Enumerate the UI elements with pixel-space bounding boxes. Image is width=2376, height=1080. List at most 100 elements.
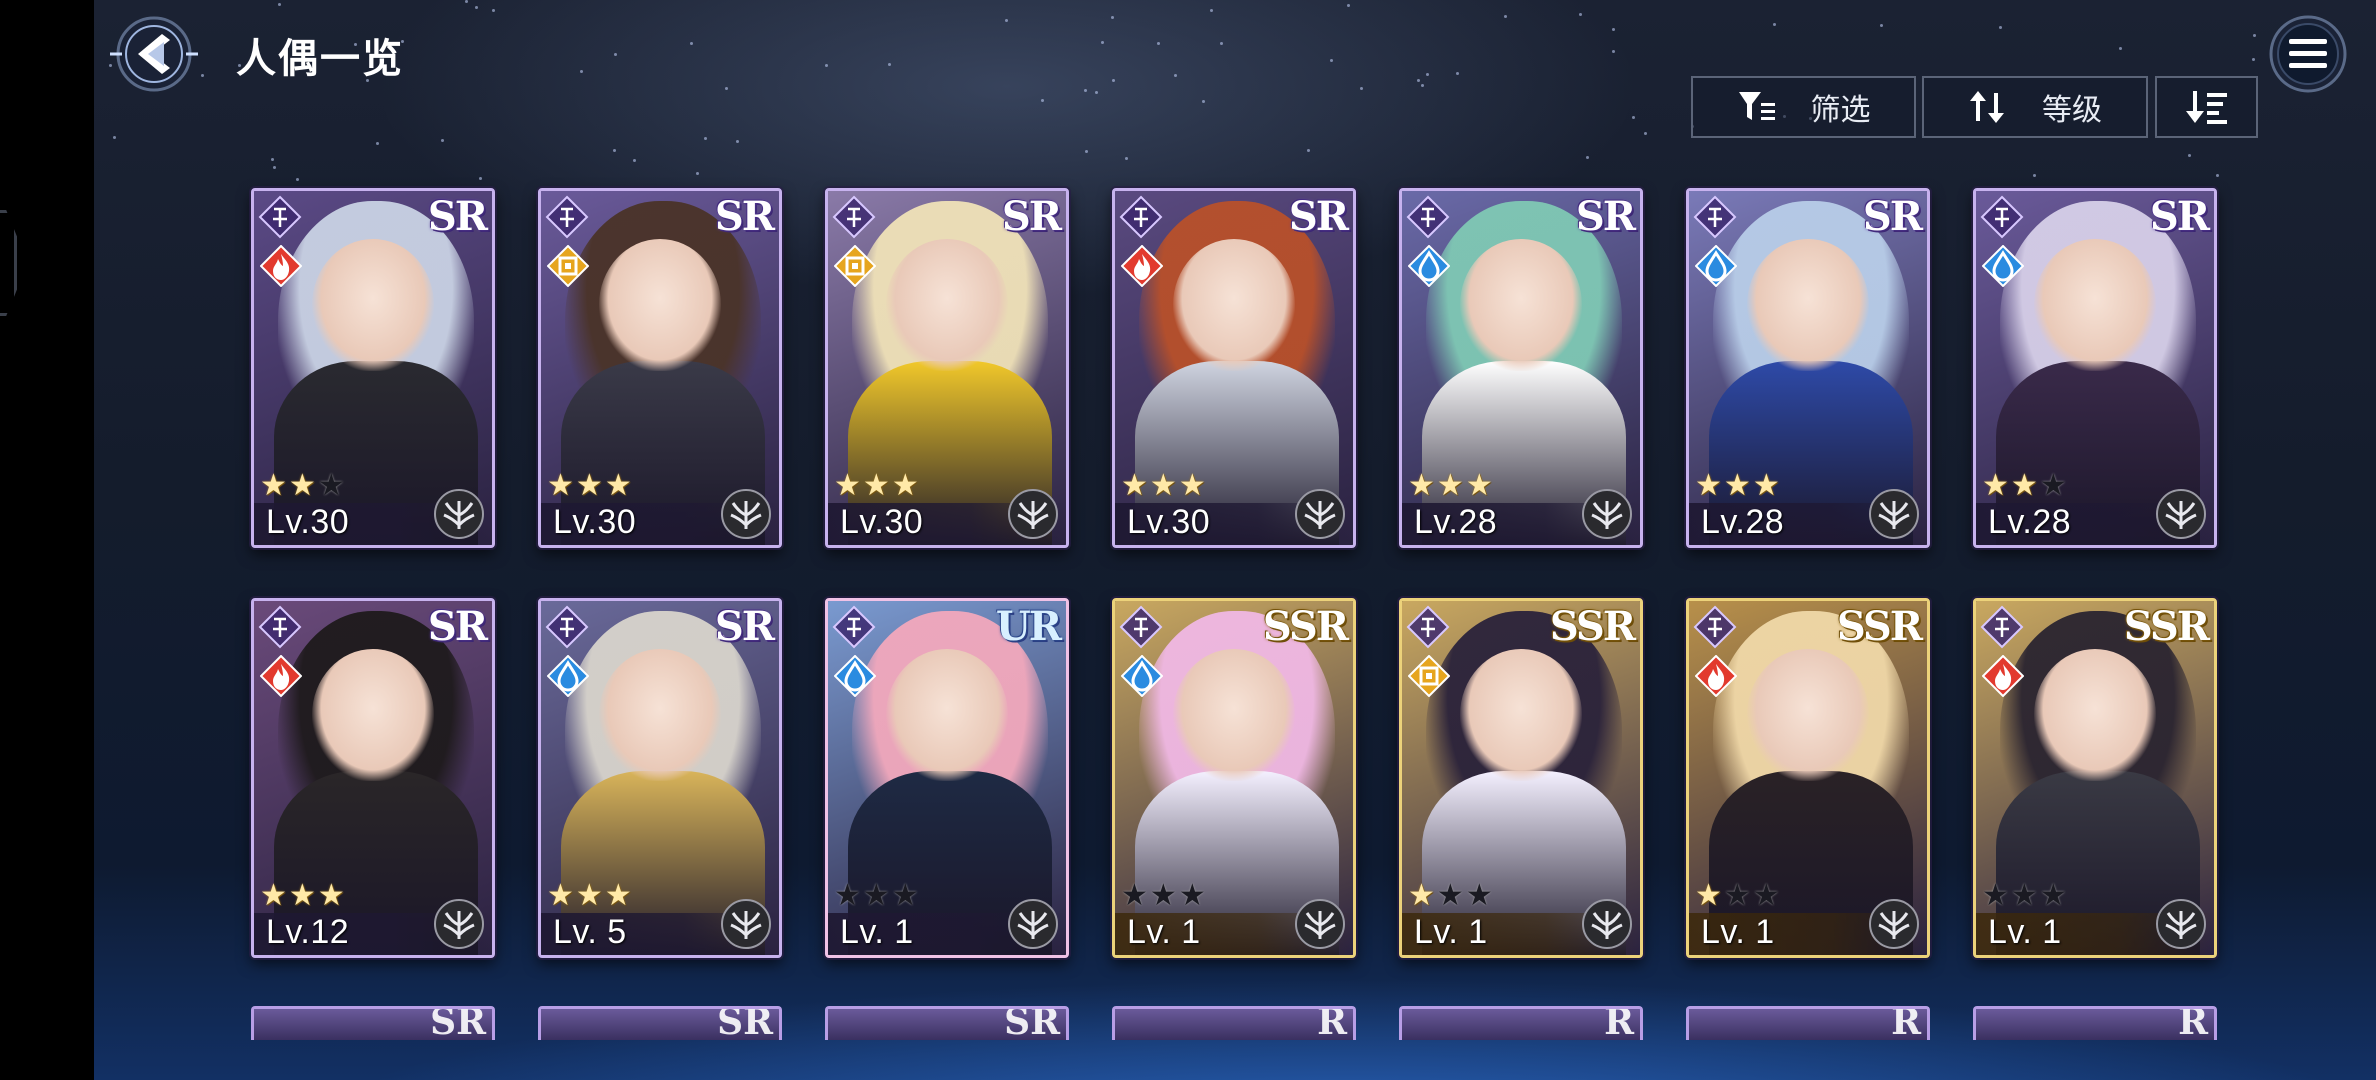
character-face	[312, 239, 434, 371]
star-empty-icon: ★	[2039, 879, 2067, 912]
background-star	[296, 178, 299, 181]
star-empty-icon: ★	[2010, 879, 2038, 912]
rarity-badge: UR	[995, 603, 1062, 650]
background-star	[696, 172, 699, 175]
level-label: Lv. 1	[1701, 913, 1775, 951]
doll-card[interactable]: SSR ★ ★ ★ Lv. 1	[1973, 598, 2217, 958]
doll-card[interactable]: SR ★ ★ ★ Lv.28	[1399, 188, 1643, 548]
rarity-badge: SSR	[1262, 603, 1349, 650]
screen-bezel	[0, 0, 94, 1080]
star-filled-icon: ★	[1695, 469, 1722, 502]
rarity-badge: SR	[714, 193, 775, 240]
background-star	[888, 63, 891, 66]
level-label: Lv.12	[266, 913, 350, 951]
menu-button[interactable]	[2264, 14, 2352, 94]
rarity-badge: R	[1604, 1006, 1634, 1040]
doll-card[interactable]: SSR ★ ★ ★ Lv. 1	[1112, 598, 1356, 958]
doll-card[interactable]: SR ★ ★ ★ Lv.30	[1112, 188, 1356, 548]
filter-button[interactable]: 筛选	[1691, 76, 1916, 138]
background-star	[580, 70, 583, 73]
doll-card-partial[interactable]: R	[1112, 1006, 1356, 1040]
doll-card-partial[interactable]: R	[1399, 1006, 1643, 1040]
star-empty-icon: ★	[834, 879, 861, 912]
star-filled-icon: ★	[1408, 879, 1435, 912]
background-star	[1426, 73, 1429, 76]
star-empty-icon: ★	[862, 879, 890, 912]
background-star	[1101, 41, 1104, 44]
star-rating: ★ ★ ★	[1408, 471, 1493, 501]
sort-descending-icon	[2185, 91, 2227, 124]
background-star	[1456, 72, 1459, 75]
doll-card[interactable]: SR ★ ★ ★ Lv.30	[538, 188, 782, 548]
doll-card-partial[interactable]: R	[1973, 1006, 2217, 1040]
star-filled-icon: ★	[1982, 469, 2009, 502]
sort-arrows-icon	[1970, 91, 2004, 123]
star-empty-icon: ★	[1982, 879, 2009, 912]
doll-card[interactable]: SR ★ ★ ★ Lv.30	[825, 188, 1069, 548]
fire-element-icon	[1694, 654, 1738, 698]
star-filled-icon: ★	[604, 879, 632, 912]
sort-by-level-button[interactable]: 等级	[1922, 76, 2148, 138]
background-star	[2033, 174, 2036, 177]
doll-card[interactable]: SR ★ ★ ★ Lv. 5	[538, 598, 782, 958]
star-rating: ★ ★ ★	[1982, 471, 2067, 501]
background-star	[1220, 42, 1223, 45]
star-filled-icon: ★	[1752, 469, 1780, 502]
star-empty-icon: ★	[1465, 879, 1493, 912]
faction-wings-icon	[719, 487, 773, 541]
water-element-icon	[1981, 244, 2025, 288]
background-star	[1360, 87, 1363, 90]
faction-wings-icon	[1867, 487, 1921, 541]
fire-element-icon	[1981, 654, 2025, 698]
background-star	[1202, 100, 1205, 103]
background-star	[1307, 149, 1310, 152]
background-star	[278, 3, 281, 6]
doll-card-partial[interactable]: SR	[251, 1006, 495, 1040]
faction-wings-icon	[1293, 897, 1347, 951]
fire-element-icon	[259, 244, 303, 288]
doll-card-partial[interactable]: SR	[825, 1006, 1069, 1040]
doll-card[interactable]: SR ★ ★ ★ Lv.28	[1973, 188, 2217, 548]
light-element-icon	[546, 244, 590, 288]
doll-card[interactable]: SSR ★ ★ ★ Lv. 1	[1686, 598, 1930, 958]
filter-label: 筛选	[1810, 93, 1871, 128]
star-rating: ★ ★ ★	[1695, 471, 1780, 501]
star-filled-icon: ★	[2010, 469, 2038, 502]
doll-card[interactable]: UR ★ ★ ★ Lv. 1	[825, 598, 1069, 958]
class-icon	[258, 195, 302, 239]
background-star	[1773, 23, 1776, 26]
sort-order-button[interactable]	[2155, 76, 2258, 138]
doll-card[interactable]: SR ★ ★ ★ Lv.30	[251, 188, 495, 548]
faction-wings-icon	[1580, 897, 1634, 951]
background-star	[441, 139, 444, 142]
filter-icon	[1738, 92, 1775, 120]
back-button[interactable]	[108, 14, 200, 94]
star-filled-icon: ★	[288, 469, 316, 502]
class-icon	[1693, 195, 1737, 239]
character-face	[886, 649, 1008, 781]
doll-card[interactable]: SR ★ ★ ★ Lv.12	[251, 598, 495, 958]
background-star	[1880, 24, 1883, 27]
star-filled-icon: ★	[1436, 469, 1464, 502]
water-element-icon	[1407, 244, 1451, 288]
character-face	[1460, 649, 1582, 781]
star-rating: ★ ★ ★	[1408, 881, 1493, 911]
background-star	[690, 42, 693, 45]
fire-element-icon	[1120, 244, 1164, 288]
doll-card[interactable]: SSR ★ ★ ★ Lv. 1	[1399, 598, 1643, 958]
character-face	[599, 649, 721, 781]
background-star	[1111, 16, 1114, 19]
background-star	[475, 6, 478, 9]
background-star	[1612, 50, 1615, 53]
doll-card[interactable]: SR ★ ★ ★ Lv.28	[1686, 188, 1930, 548]
character-face	[1173, 649, 1295, 781]
doll-card-partial[interactable]: SR	[538, 1006, 782, 1040]
faction-wings-icon	[1293, 487, 1347, 541]
doll-card-partial[interactable]: R	[1686, 1006, 1930, 1040]
star-rating: ★ ★ ★	[1695, 881, 1780, 911]
star-rating: ★ ★ ★	[260, 471, 345, 501]
background-star	[2119, 47, 2122, 50]
background-star	[1084, 89, 1087, 92]
background-star	[1210, 9, 1213, 12]
background-star	[2188, 154, 2191, 157]
